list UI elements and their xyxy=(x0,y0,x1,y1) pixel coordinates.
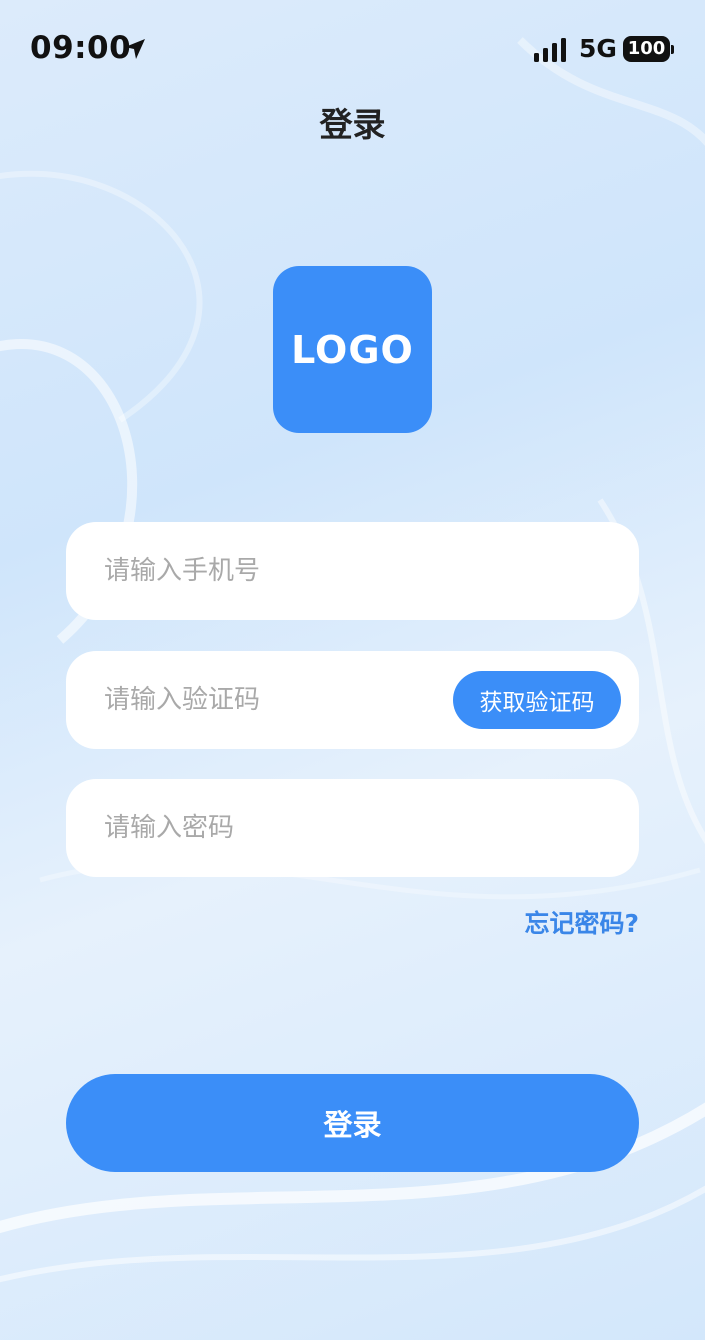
get-code-button[interactable]: 获取验证码 xyxy=(453,671,621,729)
network-type-label: 5G xyxy=(579,34,617,63)
battery-cap xyxy=(671,45,674,54)
password-input[interactable] xyxy=(104,779,484,877)
phone-input[interactable] xyxy=(104,522,484,620)
phone-field xyxy=(66,522,639,620)
app-logo: LOGO xyxy=(273,266,432,433)
status-bar: 09:00 5G 100 xyxy=(0,0,705,100)
page-title: 登录 xyxy=(319,105,386,144)
signal-bars-icon xyxy=(534,38,566,62)
password-field xyxy=(66,779,639,877)
code-input[interactable] xyxy=(104,651,364,749)
forgot-password-link[interactable]: 忘记密码? xyxy=(524,904,639,940)
location-arrow-icon xyxy=(125,39,145,59)
battery-icon: 100 xyxy=(623,36,670,62)
code-field: 获取验证码 xyxy=(66,651,639,749)
login-button[interactable]: 登录 xyxy=(66,1074,639,1172)
status-time: 09:00 xyxy=(30,30,132,66)
